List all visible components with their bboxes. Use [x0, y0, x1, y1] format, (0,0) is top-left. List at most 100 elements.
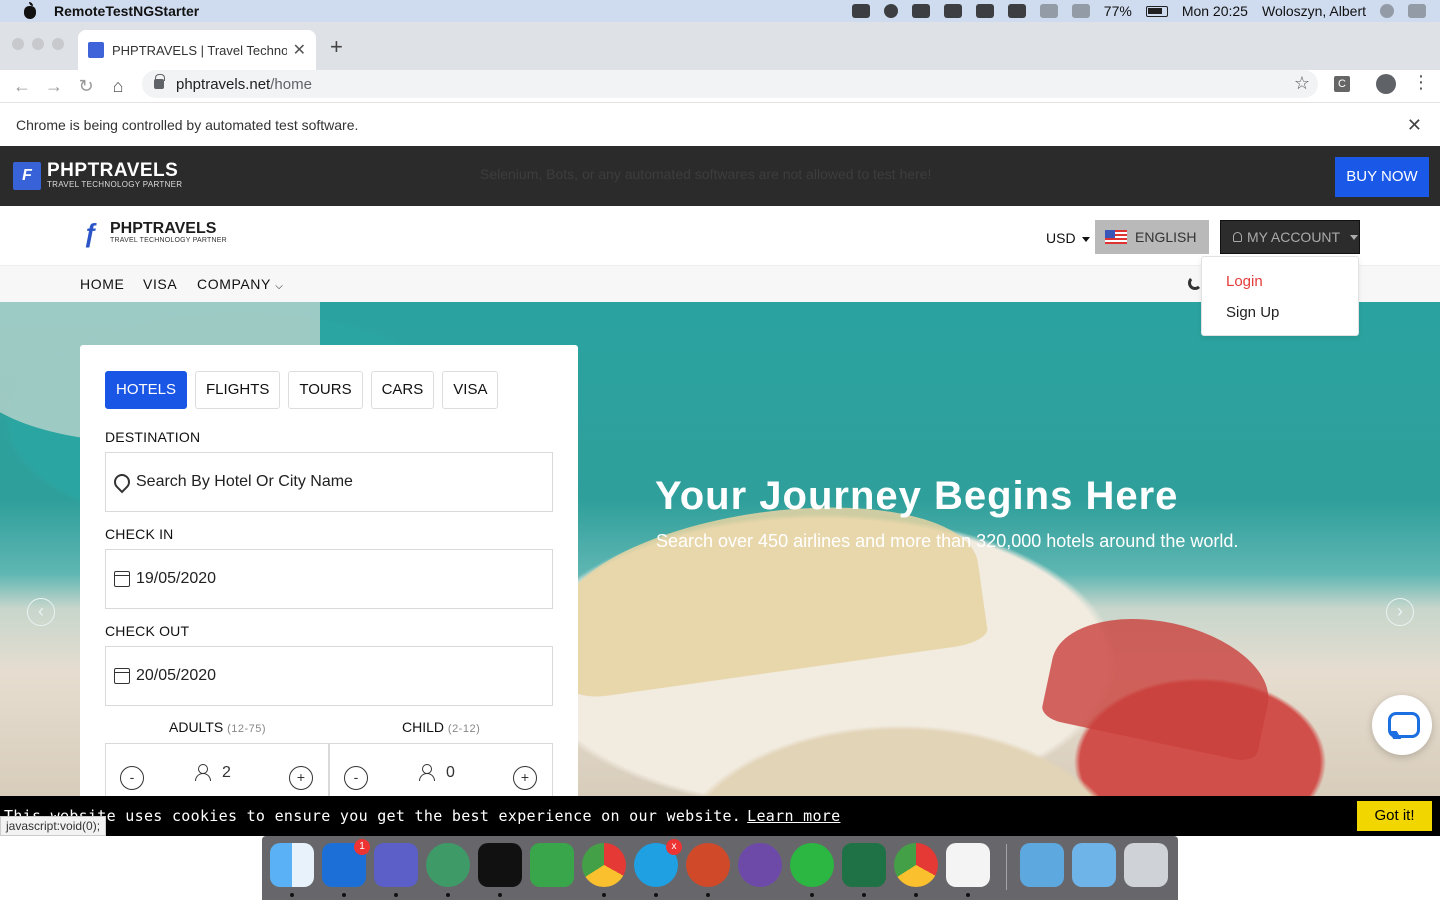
browser-tab[interactable]: PHPTRAVELS | Travel Technolo ✕: [78, 30, 316, 70]
notification-center-icon[interactable]: [1408, 4, 1426, 18]
zoom-window-button[interactable]: [52, 38, 64, 50]
currency-select[interactable]: USD: [1046, 230, 1090, 246]
cloud-upload-icon[interactable]: [883, 4, 898, 18]
us-flag-icon: [1105, 230, 1127, 244]
promo-brand[interactable]: PHPTRAVELS: [47, 160, 178, 182]
github-icon[interactable]: [738, 843, 782, 887]
child-plus-button[interactable]: +: [513, 766, 537, 790]
browser-tab-strip: PHPTRAVELS | Travel Technolo ✕ +: [0, 22, 1440, 70]
intellij-icon[interactable]: [478, 843, 522, 887]
checkout-value: 20/05/2020: [136, 667, 217, 684]
login-link[interactable]: Login: [1226, 273, 1263, 290]
powerpoint-icon[interactable]: [686, 843, 730, 887]
bluetooth-icon[interactable]: [1039, 4, 1058, 18]
running-indicator: [914, 893, 918, 897]
child-minus-button[interactable]: -: [344, 766, 368, 790]
adults-plus-button[interactable]: +: [289, 766, 313, 790]
finder-icon[interactable]: [270, 843, 314, 887]
tab-hotels[interactable]: HOTELS: [105, 371, 188, 409]
running-indicator: [706, 893, 710, 897]
phone-icon[interactable]: [1188, 276, 1202, 290]
tab-flights[interactable]: FLIGHTS: [195, 371, 281, 409]
atom-icon[interactable]: [426, 843, 470, 887]
window-controls: [12, 38, 64, 50]
active-app-name[interactable]: RemoteTestNGStarter: [54, 3, 199, 19]
excel-icon[interactable]: [842, 843, 886, 887]
destination-label: DESTINATION: [105, 429, 201, 445]
live-chat-icon[interactable]: [1372, 695, 1432, 755]
wifi-icon[interactable]: [1071, 4, 1090, 18]
battery-percent[interactable]: 77%: [1104, 3, 1132, 19]
bookmark-star-icon[interactable]: ☆: [1294, 73, 1310, 94]
extension-icon[interactable]: C: [1334, 76, 1350, 92]
slider-next-icon[interactable]: ›: [1386, 598, 1414, 626]
apple-icon[interactable]: [22, 2, 38, 19]
running-indicator: [862, 893, 866, 897]
trash-icon[interactable]: [1124, 843, 1168, 887]
nav-visa[interactable]: VISA: [143, 276, 177, 292]
cloud-icon[interactable]: [911, 4, 930, 18]
adults-minus-button[interactable]: -: [120, 766, 144, 790]
profile-avatar-icon[interactable]: [1376, 74, 1396, 94]
my-account-button[interactable]: MY ACCOUNT: [1220, 220, 1360, 254]
signup-link[interactable]: Sign Up: [1226, 304, 1279, 321]
chrome-icon[interactable]: [582, 843, 626, 887]
close-infobar-icon[interactable]: ✕: [1407, 115, 1422, 136]
nav-home[interactable]: HOME: [80, 276, 124, 292]
battery-icon[interactable]: [1145, 5, 1168, 17]
downloads-folder-icon[interactable]: [1072, 843, 1116, 887]
address-bar[interactable]: phptravels.net/home ☆: [142, 70, 1318, 98]
site-logo-icon[interactable]: ƒ: [83, 220, 105, 246]
language-select[interactable]: ENGLISH: [1095, 220, 1209, 254]
promo-logo-icon[interactable]: F: [13, 162, 41, 190]
reload-icon[interactable]: ↻: [76, 76, 96, 96]
promo-bar: F PHPTRAVELS TRAVEL TECHNOLOGY PARTNER S…: [0, 146, 1440, 206]
tab-visa[interactable]: VISA: [442, 371, 499, 409]
checkin-input[interactable]: 19/05/2020: [105, 549, 553, 609]
whatsapp-icon[interactable]: [790, 843, 834, 887]
chrome-icon[interactable]: [894, 843, 938, 887]
back-icon[interactable]: ←: [12, 76, 32, 96]
site-brand[interactable]: PHPTRAVELS: [110, 220, 216, 238]
tab-tours[interactable]: TOURS: [288, 371, 363, 409]
learn-more-link[interactable]: Learn more: [747, 807, 840, 825]
applications-folder-icon[interactable]: [1020, 843, 1064, 887]
mac-menu-bar: RemoteTestNGStarter 77% Mon 20:25 Wolosz…: [0, 0, 1440, 22]
new-tab-button[interactable]: +: [330, 34, 343, 60]
cookie-message-text: This website uses cookies to ensure you …: [4, 807, 742, 825]
slider-prev-icon[interactable]: ‹: [27, 598, 55, 626]
person-icon: [195, 764, 211, 781]
browser-menu-icon[interactable]: ⋮: [1412, 72, 1430, 93]
outlook-icon[interactable]: 1: [322, 839, 370, 887]
menu-user[interactable]: Woloszyn, Albert: [1262, 3, 1366, 19]
promo-notice: Selenium, Bots, or any automated softwar…: [480, 166, 932, 182]
airplay-icon[interactable]: [1007, 4, 1026, 18]
checkout-input[interactable]: 20/05/2020: [105, 646, 553, 706]
shield-icon[interactable]: [851, 4, 870, 18]
spotlight-icon[interactable]: [1380, 4, 1394, 18]
tab-cars[interactable]: CARS: [370, 371, 435, 409]
nav-company[interactable]: COMPANY ⌵: [197, 276, 283, 292]
menu-clock[interactable]: Mon 20:25: [1182, 3, 1248, 19]
home-icon[interactable]: ⌂: [108, 76, 128, 96]
close-window-button[interactable]: [12, 38, 24, 50]
checkin-label: CHECK IN: [105, 526, 174, 542]
notification-badge: x: [666, 839, 682, 855]
destination-input[interactable]: Search By Hotel Or City Name: [105, 452, 553, 512]
cookie-banner: This website uses cookies to ensure you …: [0, 796, 1440, 836]
forward-icon[interactable]: →: [44, 76, 64, 96]
skype-icon[interactable]: x: [634, 839, 682, 887]
users-icon[interactable]: [943, 4, 962, 18]
excel-x-icon[interactable]: [530, 843, 574, 887]
close-tab-icon[interactable]: ✕: [293, 40, 306, 60]
child-label-text: CHILD: [402, 719, 445, 735]
lock-icon[interactable]: [154, 74, 165, 89]
adults-value[interactable]: 2: [222, 764, 231, 782]
child-value[interactable]: 0: [446, 764, 455, 782]
minimize-window-button[interactable]: [32, 38, 44, 50]
buy-now-button[interactable]: BUY NOW: [1335, 157, 1429, 197]
pen-icon[interactable]: [975, 4, 994, 18]
teams-icon[interactable]: [374, 843, 418, 887]
java-icon[interactable]: [946, 843, 990, 887]
cookie-accept-button[interactable]: Got it!: [1357, 801, 1432, 831]
